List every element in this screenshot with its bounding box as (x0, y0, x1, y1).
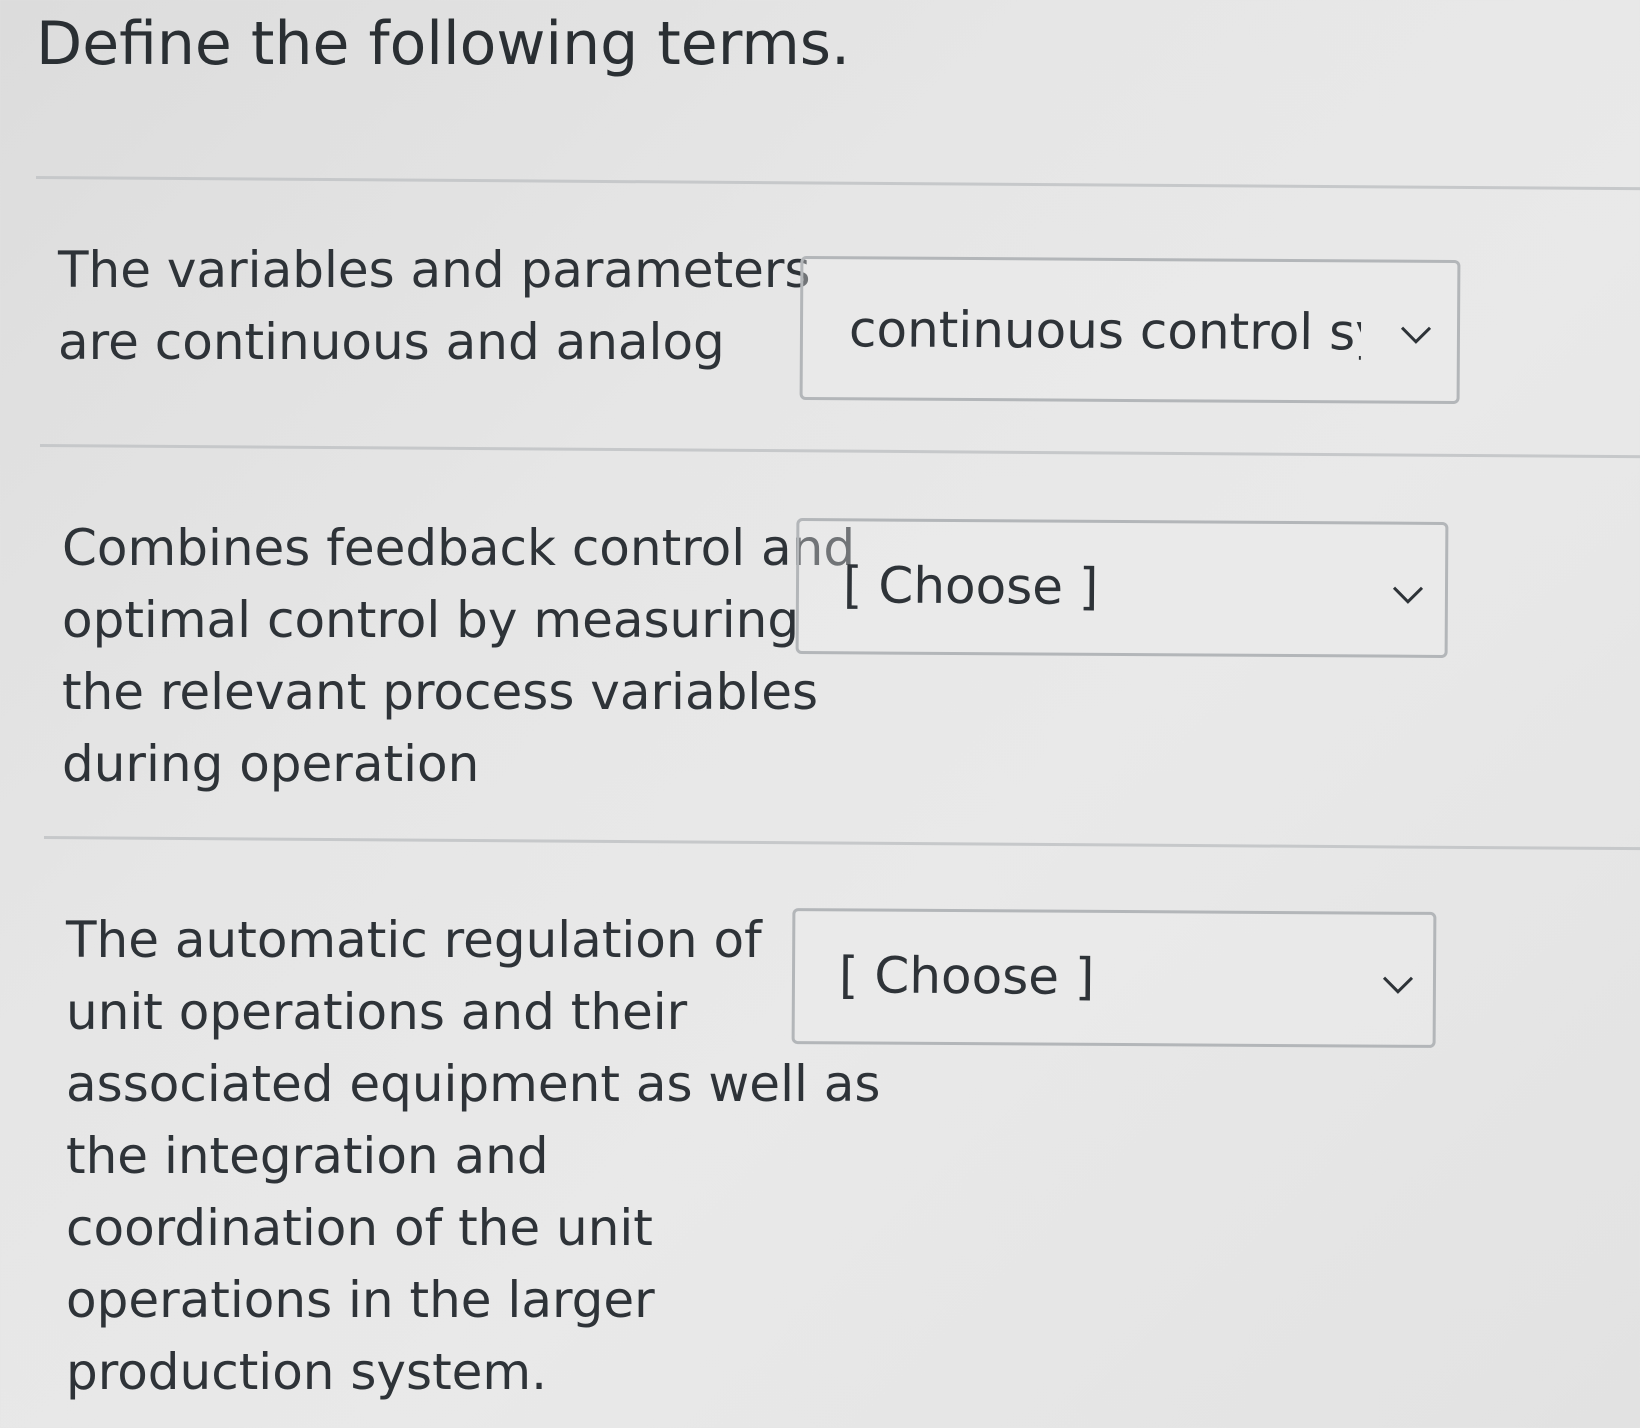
divider (35, 176, 1640, 191)
prompt-line: production system. (66, 1343, 548, 1401)
divider (43, 836, 1640, 851)
question-prompt: Combines feedback control and optimal co… (62, 512, 855, 800)
chevron-down-icon (1400, 326, 1432, 344)
prompt-line: the integration and (66, 1127, 549, 1185)
prompt-line: The automatic regulation of (66, 911, 762, 969)
dropdown-selected-value: continuous control sys (848, 300, 1362, 362)
prompt-line: are continuous and analog (58, 313, 725, 371)
page-title: Define the following terms. (36, 9, 851, 79)
divider (39, 444, 1640, 459)
prompt-line: associated equipment as well as (66, 1055, 881, 1113)
prompt-line: the relevant process variables (62, 663, 819, 721)
answer-dropdown[interactable]: [ Choose ] (795, 518, 1449, 658)
prompt-line: The variables and parameters (58, 241, 811, 299)
prompt-line: Combines feedback control and (62, 519, 856, 577)
chevron-down-icon (1392, 586, 1424, 604)
prompt-line: operations in the larger (66, 1271, 655, 1329)
chevron-down-icon (1382, 976, 1414, 994)
prompt-line: during operation (62, 735, 480, 793)
answer-dropdown[interactable]: [ Choose ] (791, 908, 1437, 1048)
prompt-line: coordination of the unit (66, 1199, 653, 1257)
prompt-line: optimal control by measuring (62, 591, 800, 649)
answer-dropdown[interactable]: continuous control sys (799, 255, 1461, 405)
question-prompt: The automatic regulation of unit operati… (66, 904, 880, 1408)
dropdown-selected-value: [ Choose ] (842, 556, 1099, 616)
prompt-line: unit operations and their (66, 983, 688, 1041)
dropdown-selected-value: [ Choose ] (838, 946, 1095, 1006)
question-prompt: The variables and parameters are continu… (58, 234, 811, 378)
